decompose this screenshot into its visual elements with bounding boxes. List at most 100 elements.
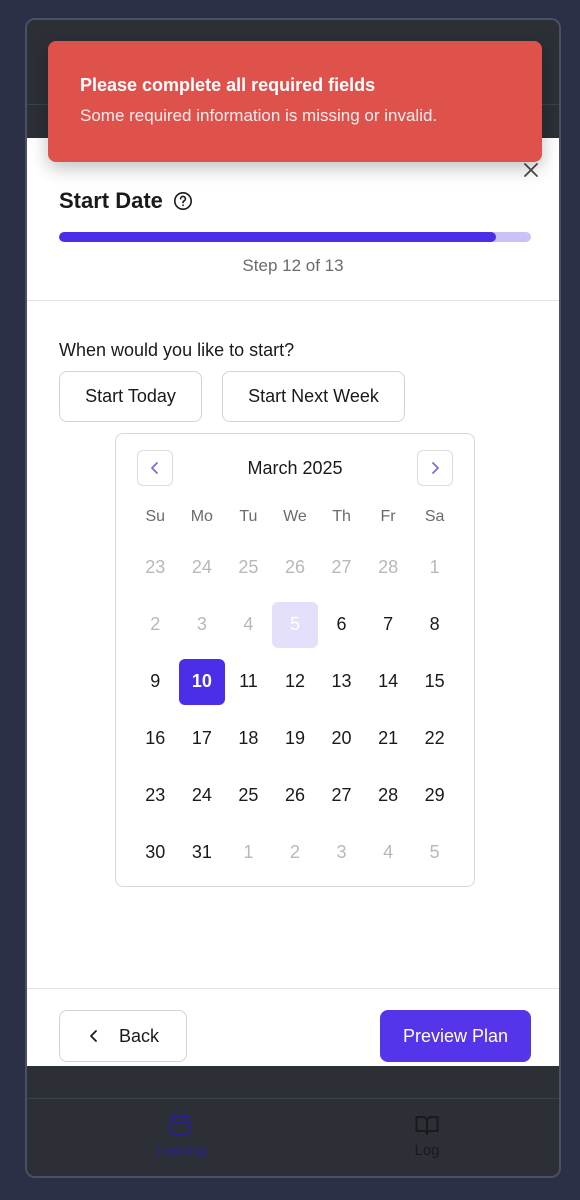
- help-circle-icon[interactable]: [173, 191, 193, 211]
- start-today-button[interactable]: Start Today: [59, 371, 202, 422]
- calendar-day-number: 25: [238, 785, 259, 805]
- header-separator: [27, 300, 559, 301]
- calendar-day-number: 28: [378, 557, 399, 577]
- calendar-day[interactable]: 23: [132, 539, 179, 596]
- calendar-day[interactable]: 3: [318, 824, 365, 881]
- calendar-day[interactable]: 12: [272, 653, 319, 710]
- calendar-day[interactable]: 1: [411, 539, 458, 596]
- calendar-day[interactable]: 27: [318, 767, 365, 824]
- close-icon: [524, 163, 538, 177]
- bottom-nav-divider: [27, 1098, 559, 1099]
- calendar-day-number: 9: [150, 671, 161, 691]
- footer-separator: [27, 988, 559, 989]
- calendar-day-grid: 23 24 25 26 27 28 1 2 3 4 5 6 7 8 9 10 11 12 13 14 15 16 17 18 1…: [132, 539, 458, 881]
- calendar-day-number: 23: [145, 785, 166, 805]
- calendar-day[interactable]: 31: [179, 824, 226, 881]
- back-button-label: Back: [118, 1025, 160, 1046]
- calendar-day-number: 25: [238, 557, 259, 577]
- calendar-day-number: 14: [378, 671, 399, 691]
- calendar-day[interactable]: 14: [365, 653, 412, 710]
- toast-title: Please complete all required fields: [80, 75, 376, 95]
- calendar-day-selected[interactable]: 10: [178, 653, 226, 710]
- chevron-left-icon: [90, 1030, 97, 1042]
- nav-item-training[interactable]: Training: [120, 1112, 240, 1159]
- calendar-day-number: 6: [336, 614, 347, 634]
- calendar-day[interactable]: 24: [179, 767, 226, 824]
- calendar-day[interactable]: 26: [272, 539, 319, 596]
- calendar-day[interactable]: 2: [132, 596, 179, 653]
- nav-item-log[interactable]: Log: [367, 1112, 487, 1159]
- calendar-day[interactable]: 20: [318, 710, 365, 767]
- date-picker-calendar: March 2025 Su Mo Tu We Th Fr Sa 23 24 25 26 27 28 1 2…: [115, 433, 475, 887]
- calendar-day[interactable]: 23: [132, 767, 179, 824]
- calendar-day[interactable]: 5: [411, 824, 458, 881]
- calendar-day[interactable]: 11: [225, 653, 272, 710]
- calendar-day[interactable]: 26: [272, 767, 319, 824]
- preview-plan-button[interactable]: Preview Plan: [380, 1010, 531, 1062]
- progress-fill: [59, 232, 496, 242]
- calendar-day[interactable]: 29: [411, 767, 458, 824]
- calendar-day[interactable]: 21: [365, 710, 412, 767]
- weekday-label: Mo: [190, 508, 213, 525]
- calendar-day[interactable]: 28: [365, 767, 412, 824]
- calendar-day-number: 24: [191, 785, 212, 805]
- calendar-day-number: 3: [336, 842, 347, 862]
- calendar-day[interactable]: 1: [225, 824, 272, 881]
- weekday-label: Th: [332, 508, 351, 525]
- step-title-text: Start Date: [59, 188, 163, 213]
- calendar-day-number: 1: [243, 842, 254, 862]
- calendar-day[interactable]: 24: [179, 539, 226, 596]
- calendar-day-number: 4: [383, 842, 394, 862]
- calendar-day-number: 21: [378, 728, 399, 748]
- calendar-day[interactable]: 18: [225, 710, 272, 767]
- chevron-left-icon: [151, 462, 158, 474]
- calendar-day[interactable]: 9: [132, 653, 179, 710]
- weekday-label: Su: [145, 508, 166, 525]
- next-month-button[interactable]: [417, 450, 453, 486]
- calendar-day[interactable]: 30: [132, 824, 179, 881]
- calendar-day[interactable]: 17: [179, 710, 226, 767]
- calendar-day-number: 5: [429, 842, 440, 862]
- calendar-day[interactable]: 25: [225, 539, 272, 596]
- nav-training-label: Training: [153, 1142, 207, 1159]
- progress-bar: [59, 232, 531, 242]
- calendar-day-today[interactable]: 5: [271, 596, 319, 653]
- calendar-day-number: 2: [289, 842, 300, 862]
- calendar-day[interactable]: 15: [411, 653, 458, 710]
- previous-month-button[interactable]: [137, 450, 173, 486]
- chevron-right-icon: [432, 462, 439, 474]
- step-counter: Step 12 of 13: [242, 256, 344, 275]
- calendar-day[interactable]: 8: [411, 596, 458, 653]
- calendar-day[interactable]: 13: [318, 653, 365, 710]
- calendar-day-number: 13: [331, 671, 352, 691]
- close-button[interactable]: [521, 160, 541, 180]
- calendar-day[interactable]: 22: [411, 710, 458, 767]
- calendar-day[interactable]: 6: [318, 596, 365, 653]
- calendar-day-number: 28: [378, 785, 399, 805]
- calendar-day-number: 4: [243, 614, 254, 634]
- calendar-day[interactable]: 27: [318, 539, 365, 596]
- calendar-day-number: 3: [196, 614, 207, 634]
- start-next-week-button[interactable]: Start Next Week: [222, 371, 405, 422]
- calendar-day[interactable]: 7: [365, 596, 412, 653]
- calendar-day-number: 17: [191, 728, 212, 748]
- calendar-icon: [169, 1113, 191, 1135]
- app-frame: Start Date Step 12 of 13 When would you …: [25, 18, 561, 1178]
- calendar-day[interactable]: 4: [365, 824, 412, 881]
- calendar-day[interactable]: 2: [272, 824, 319, 881]
- back-button[interactable]: Back: [59, 1010, 187, 1062]
- onboarding-sheet: Start Date Step 12 of 13 When would you …: [27, 138, 559, 1066]
- calendar-day[interactable]: 28: [365, 539, 412, 596]
- calendar-day[interactable]: 19: [272, 710, 319, 767]
- calendar-day[interactable]: 3: [179, 596, 226, 653]
- calendar-day-number: 12: [284, 671, 305, 691]
- calendar-day-number: 31: [191, 842, 212, 862]
- weekday-label: Tu: [239, 508, 258, 525]
- calendar-day-number: 8: [429, 614, 440, 634]
- calendar-day[interactable]: 25: [225, 767, 272, 824]
- error-toast[interactable]: Please complete all required fields Some…: [48, 41, 542, 162]
- calendar-day[interactable]: 4: [225, 596, 272, 653]
- calendar-day[interactable]: 16: [132, 710, 179, 767]
- calendar-day-number: 27: [331, 557, 352, 577]
- step-title: Start Date: [59, 188, 193, 214]
